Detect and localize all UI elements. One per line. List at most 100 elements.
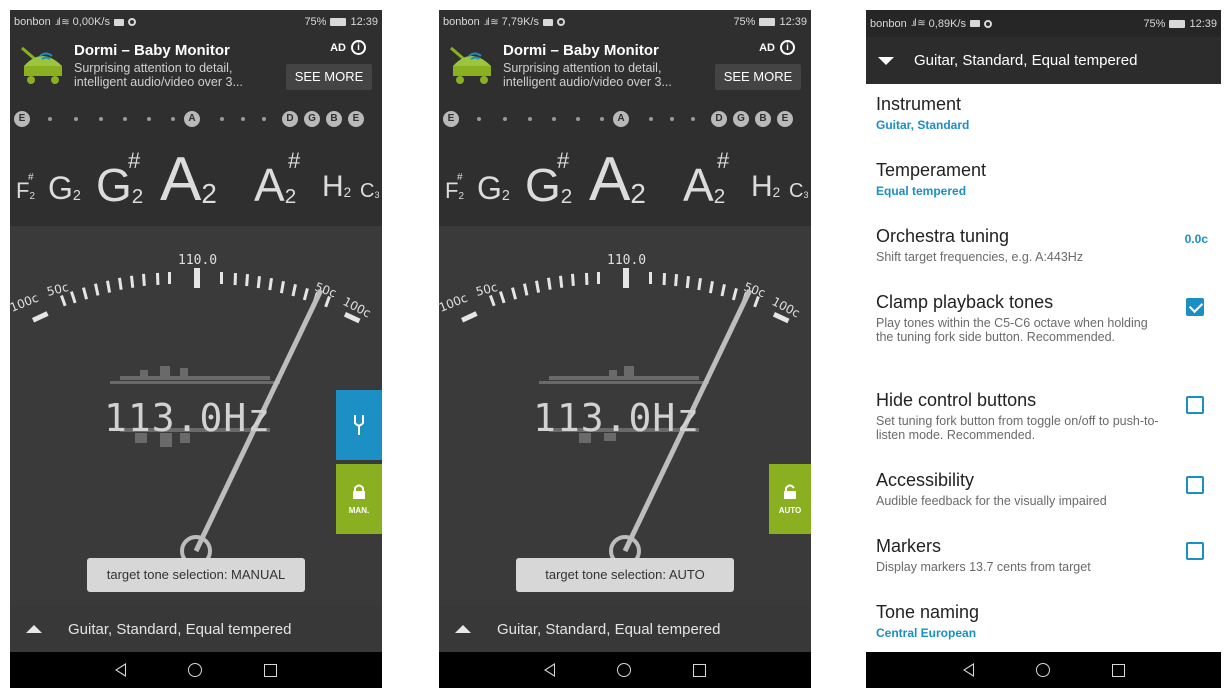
string-d[interactable]: D [282,111,298,127]
hide-control-buttons-checkbox[interactable] [1186,396,1204,414]
tuning-meter: 110.0 100c 50c 50c 100c 113.0Hz [439,226,811,606]
markers-checkbox[interactable] [1186,542,1204,560]
note-g2[interactable]: G2 [477,170,510,207]
messenger-icon [127,18,136,26]
meter-label-left-50: 50c [474,280,499,299]
lock-mode-label: MAN. [348,505,370,515]
collapse-down-icon[interactable] [878,56,894,65]
string-g[interactable]: G [304,111,320,127]
accessibility-checkbox[interactable] [1186,476,1204,494]
note-h2[interactable]: H2 [751,170,780,204]
network-speed: 7,79K/s [501,16,539,28]
back-icon[interactable] [544,663,555,677]
clock: 12:39 [779,16,807,28]
note-sharp: # [457,172,463,183]
battery-icon [1169,19,1186,28]
note-c3[interactable]: C3 [789,180,808,203]
instrument-expand-bar[interactable]: Guitar, Standard, Equal tempered [439,606,811,652]
expand-up-icon[interactable] [26,625,42,633]
note-letter: A [160,145,202,214]
strip-dot [99,117,103,121]
note-letter: A [683,159,714,211]
note-a2-current[interactable]: A2 [160,144,217,215]
info-icon[interactable]: i [780,40,795,55]
note-letter: A [254,159,285,211]
ad-description: Surprising attention to detail, intellig… [74,61,279,89]
setting-clamp-playback[interactable]: Clamp playback tones Play tones within t… [876,292,1216,344]
strip-dot [171,117,175,121]
string-b[interactable]: B [326,111,342,127]
back-icon[interactable] [115,663,126,677]
baby-monitor-app-icon [21,46,62,84]
string-e-high[interactable]: E [348,111,364,127]
string-e-high[interactable]: E [777,111,793,127]
android-nav-bar [10,652,382,688]
note-a2-current[interactable]: A2 [589,144,646,215]
android-nav-bar [866,652,1221,688]
note-asharp2[interactable]: A #2 [683,148,729,212]
note-sharp: # [717,148,730,173]
home-icon[interactable] [1035,663,1050,677]
tuning-fork-icon [354,415,364,435]
recent-apps-icon[interactable] [693,663,706,677]
info-icon[interactable]: i [351,40,366,55]
settings-collapse-bar[interactable]: Guitar, Standard, Equal tempered [866,37,1221,84]
back-icon[interactable] [962,663,974,677]
home-icon[interactable] [617,663,631,677]
recent-apps-icon[interactable] [1111,663,1125,677]
instrument-expand-bar[interactable]: Guitar, Standard, Equal tempered [10,606,382,652]
string-indicator-row: E A D G B E [10,108,382,128]
string-a[interactable]: A [613,111,629,127]
note-c3[interactable]: C3 [360,180,379,203]
strip-dot [147,117,151,121]
ad-banner[interactable]: Dormi – Baby Monitor Surprising attentio… [10,34,382,98]
recent-apps-icon[interactable] [264,663,277,677]
instrument-summary: Guitar, Standard, Equal tempered [497,620,721,638]
note-letter: G [477,170,502,206]
battery-icon [330,18,347,26]
notification-icon [969,20,980,27]
see-more-button[interactable]: SEE MORE [286,64,372,90]
string-b[interactable]: B [755,111,771,127]
setting-accessibility[interactable]: Accessibility Audible feedback for the v… [876,470,1216,508]
note-octave: 2 [458,190,464,202]
setting-hide-control-buttons[interactable]: Hide control buttons Set tuning fork but… [876,390,1216,442]
note-octave: 2 [343,185,352,201]
ad-desc-line-2: intelligent audio/video over 3... [74,75,243,89]
string-g[interactable]: G [733,111,749,127]
string-a[interactable]: A [184,111,200,127]
ad-choices[interactable]: AD i [330,40,366,55]
expand-up-icon[interactable] [455,625,471,633]
note-fsharp2[interactable]: F2 # [445,172,464,204]
note-gsharp2[interactable]: G #2 [525,148,572,212]
note-g2[interactable]: G2 [48,170,81,207]
see-more-button[interactable]: SEE MORE [715,64,801,90]
target-selection-lock-button[interactable]: MAN. [336,464,382,534]
note-fsharp2[interactable]: F2 # [16,172,35,204]
setting-markers[interactable]: Markers Display markers 13.7 cents from … [876,536,1216,574]
tuning-fork-button[interactable] [336,390,382,460]
note-octave: 3 [374,189,380,200]
setting-instrument[interactable]: Instrument Guitar, Standard [876,94,1216,132]
setting-temperament[interactable]: Temperament Equal tempered [876,160,1216,198]
carrier-name: bonbon [443,16,480,28]
setting-orchestra-tuning[interactable]: Orchestra tuning Shift target frequencie… [876,226,1216,264]
setting-tone-naming[interactable]: Tone naming Central European [876,602,1216,640]
target-selection-lock-button[interactable]: AUTO [769,464,811,534]
battery-percent: 75% [733,16,756,28]
ad-desc-line-1: Surprising attention to detail, [74,61,233,75]
home-icon[interactable] [188,663,202,677]
ad-banner[interactable]: Dormi – Baby Monitor Surprising attentio… [439,34,811,98]
strip-dot [649,117,653,121]
ad-desc-line-2: intelligent audio/video over 3... [503,75,672,89]
note-gsharp2[interactable]: G #2 [96,148,143,212]
note-asharp2[interactable]: A #2 [254,148,300,212]
ad-choices[interactable]: AD i [759,40,795,55]
strip-dot [600,117,604,121]
strip-dot [220,117,224,121]
string-d[interactable]: D [711,111,727,127]
clamp-playback-checkbox[interactable] [1186,298,1204,316]
string-e-low[interactable]: E [443,111,459,127]
note-h2[interactable]: H2 [322,170,351,204]
string-e-low[interactable]: E [14,111,30,127]
